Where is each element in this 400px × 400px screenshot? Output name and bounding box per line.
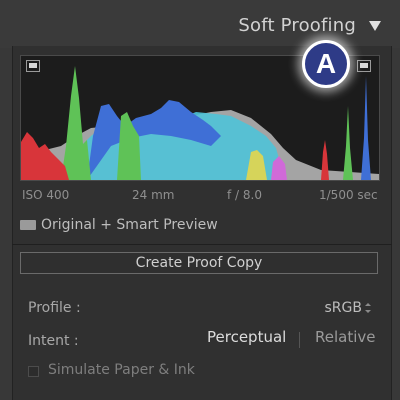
up-down-arrows-icon[interactable]: [364, 302, 372, 314]
shadow-clipping-icon[interactable]: [26, 60, 40, 72]
simulate-paper-ink-label[interactable]: Simulate Paper & Ink: [48, 362, 195, 378]
histogram-red-spike: [321, 140, 329, 180]
intent-perceptual-option[interactable]: Perceptual: [207, 328, 286, 346]
photo-preview-icon: [20, 220, 36, 230]
exif-aperture: f / 8.0: [227, 188, 262, 202]
callout-badge: A: [302, 40, 350, 88]
profile-label: Profile :: [28, 300, 81, 316]
create-proof-copy-button[interactable]: Create Proof Copy: [20, 252, 378, 274]
profile-select[interactable]: sRGB: [325, 300, 362, 316]
histogram-blue-spike: [361, 76, 371, 180]
triangle-down-icon[interactable]: [368, 20, 382, 32]
panel-title: Soft Proofing: [238, 15, 356, 36]
panel-header[interactable]: Soft Proofing: [0, 0, 400, 48]
exif-shutter: 1/500 sec: [319, 188, 378, 202]
intent-relative-option[interactable]: Relative: [315, 328, 376, 346]
preview-label: Original + Smart Preview: [41, 217, 218, 233]
preview-status: Original + Smart Preview: [20, 216, 218, 234]
divider: [12, 244, 392, 245]
simulate-paper-ink-checkbox[interactable]: [28, 366, 39, 377]
histogram-green-area: [61, 66, 91, 180]
highlight-clipping-icon[interactable]: [357, 60, 371, 72]
exif-focal-length: 24 mm: [132, 188, 175, 202]
intent-separator: [299, 332, 300, 348]
histogram-green-spike: [343, 106, 353, 180]
intent-label: Intent :: [28, 333, 79, 349]
exif-iso: ISO 400: [22, 188, 70, 202]
